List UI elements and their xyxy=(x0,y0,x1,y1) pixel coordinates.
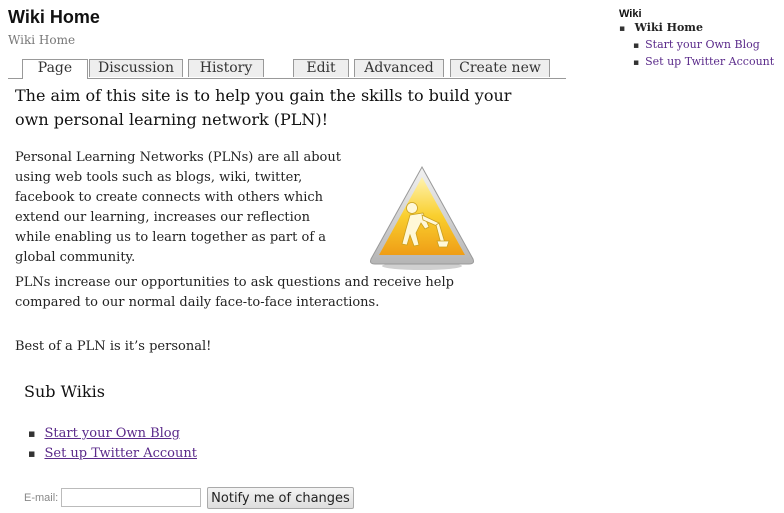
sidebar-tree: Wiki Home Start your Own Blog Set up Twi… xyxy=(619,20,775,71)
sidebar-item-twitter: Set up Twitter Account xyxy=(633,54,774,71)
page-tabs: Page Discussion History Edit Advanced Cr… xyxy=(8,58,566,79)
plns-description: Personal Learning Networks (PLNs) are al… xyxy=(15,150,341,265)
subwikis-heading: Sub Wikis xyxy=(24,382,105,401)
breadcrumb: Wiki Home xyxy=(8,33,76,47)
sidebar-children: Start your Own Blog Set up Twitter Accou… xyxy=(619,37,774,71)
under-construction-warning-icon xyxy=(370,165,474,270)
subwiki-link-blog[interactable]: Start your Own Blog xyxy=(44,426,180,441)
email-field[interactable] xyxy=(61,488,201,507)
sidebar-item-wiki-home: Wiki Home Start your Own Blog Set up Twi… xyxy=(619,20,775,71)
page-title: Wiki Home xyxy=(8,7,100,27)
tab-discussion[interactable]: Discussion xyxy=(89,59,183,77)
sidebar-link-blog[interactable]: Start your Own Blog xyxy=(645,38,760,51)
tab-history[interactable]: History xyxy=(188,59,264,77)
intro-heading: The aim of this site is to help you gain… xyxy=(15,86,512,129)
sidebar-link-twitter[interactable]: Set up Twitter Account xyxy=(645,55,774,68)
tab-create-new[interactable]: Create new xyxy=(450,59,550,77)
list-item: Start your Own Blog xyxy=(28,424,197,444)
list-item: Set up Twitter Account xyxy=(28,444,197,464)
subwiki-link-twitter[interactable]: Set up Twitter Account xyxy=(44,446,197,461)
plns-benefits: PLNs increase our opportunities to ask q… xyxy=(15,275,454,310)
notify-button[interactable]: Notify me of changes xyxy=(207,487,354,509)
email-label: E-mail: xyxy=(24,492,59,504)
sidebar-item-blog: Start your Own Blog xyxy=(633,37,774,54)
sidebar-title: Wiki xyxy=(619,8,642,20)
subwikis-list: Start your Own Blog Set up Twitter Accou… xyxy=(28,424,197,464)
plns-personal: Best of a PLN is it’s personal! xyxy=(15,339,212,354)
sidebar-nav: Wiki Wiki Home Start your Own Blog Set u… xyxy=(619,8,774,71)
tab-advanced[interactable]: Advanced xyxy=(354,59,444,77)
sidebar-current-label: Wiki Home xyxy=(634,21,703,34)
tab-page[interactable]: Page xyxy=(22,59,88,79)
tab-edit[interactable]: Edit xyxy=(293,59,349,77)
